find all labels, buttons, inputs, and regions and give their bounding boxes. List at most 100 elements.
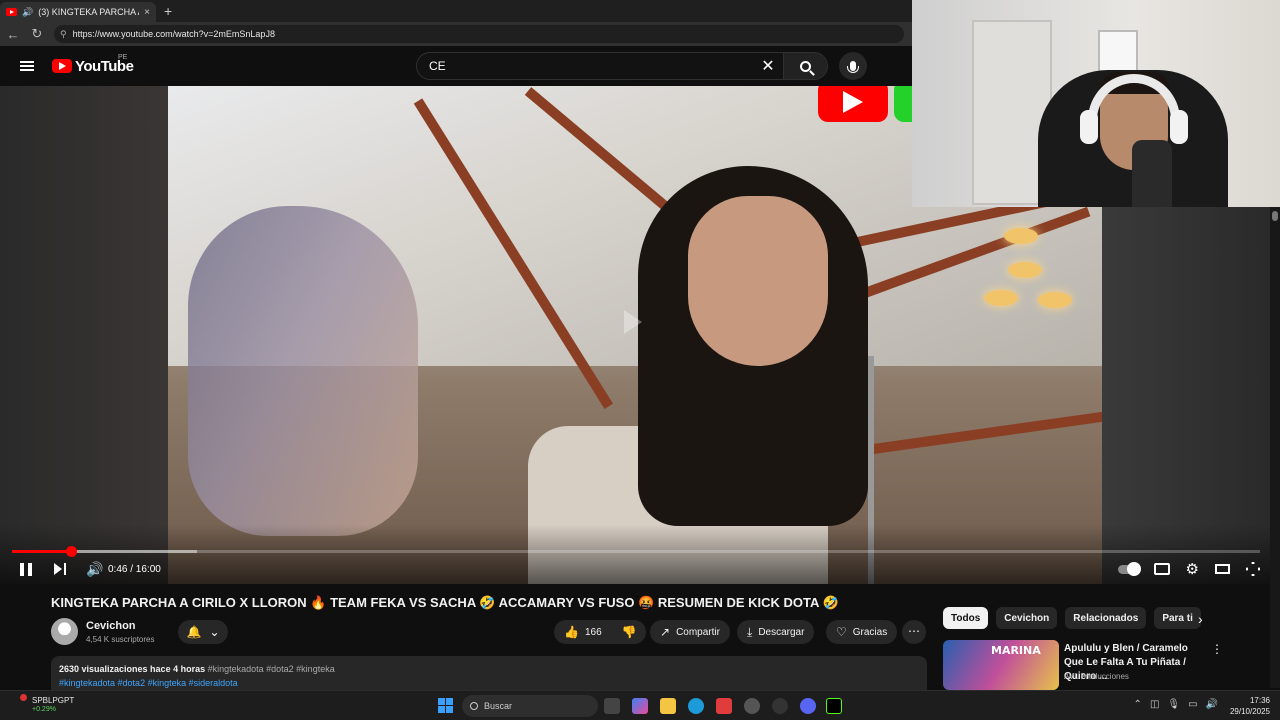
filter-chips: Todos Cevichon Relacionados Para ti	[943, 607, 1233, 629]
taskbar-search[interactable]: Buscar	[462, 695, 598, 717]
speaker-tray-icon[interactable]: 🔊	[1206, 699, 1218, 710]
display-icon[interactable]: ▭	[1188, 699, 1197, 710]
browser-tab-bar: 🔊 (3) KINGTEKA PARCHA A CIR × +	[0, 0, 912, 22]
menu-icon[interactable]	[20, 61, 34, 71]
person-face	[688, 196, 828, 366]
share-label: Compartir	[676, 626, 720, 638]
progress-bar[interactable]	[12, 546, 1260, 557]
fullscreen-icon[interactable]	[1246, 562, 1260, 576]
share-button[interactable]: ↗ Compartir	[650, 620, 730, 644]
hashtag-links[interactable]: #kingtekadota #dota2 #kingteka #siderald…	[59, 678, 919, 688]
copilot-icon[interactable]	[632, 698, 648, 714]
voice-search-button[interactable]	[839, 52, 867, 80]
subscriber-count: 4,54 K suscriptores	[86, 635, 155, 644]
subtitles-icon[interactable]	[1153, 563, 1170, 575]
youtube-favicon-icon	[6, 8, 17, 16]
theater-mode-icon[interactable]	[1215, 564, 1230, 574]
video-title: KINGTEKA PARCHA A CIRILO X LLORON 🔥 TEAM…	[51, 595, 839, 610]
obs-icon[interactable]	[744, 698, 760, 714]
kick-app-icon[interactable]	[826, 698, 842, 714]
player-right-controls: ⚙	[1117, 556, 1260, 582]
autoplay-toggle[interactable]	[1117, 561, 1141, 576]
like-icon[interactable]: 👍	[564, 625, 579, 639]
next-icon[interactable]	[54, 563, 66, 575]
search-icon	[800, 60, 811, 72]
reload-icon[interactable]: ↻	[30, 26, 44, 42]
taskbar-clock[interactable]: 17:36 29/10/2025	[1230, 695, 1270, 717]
microphone-tray-icon[interactable]: 🎙	[1167, 699, 1180, 710]
ceiling-lamp	[1038, 292, 1072, 308]
blurred-hand	[188, 206, 418, 536]
stock-widget[interactable]: SPBLPGPT +0.29%	[14, 694, 75, 713]
search-input[interactable]: CE	[417, 59, 753, 73]
notification-badge	[20, 694, 27, 701]
edge-browser-icon[interactable]	[688, 698, 704, 714]
progress-played	[12, 550, 71, 553]
pause-icon[interactable]	[20, 562, 32, 576]
site-info-icon[interactable]: ⚲	[60, 29, 67, 40]
settings-gear-icon[interactable]: ⚙	[1186, 560, 1199, 578]
channel-avatar[interactable]	[51, 618, 78, 645]
notifications-button[interactable]: 🔔 ⌄	[178, 620, 228, 644]
search-button[interactable]	[783, 53, 827, 79]
back-arrow-icon[interactable]: ←	[6, 27, 20, 42]
headphone-cup-right	[1170, 110, 1188, 144]
file-explorer-icon[interactable]	[660, 698, 676, 714]
headphone-cup-left	[1080, 110, 1098, 144]
speaker-icon[interactable]: 🔊	[22, 7, 33, 18]
youtube-logo[interactable]: YouTube PE	[52, 54, 134, 75]
tray-chevron-icon[interactable]: ⌃	[1134, 699, 1142, 710]
chevron-right-icon[interactable]: ›	[1198, 611, 1203, 627]
like-count[interactable]: 166	[585, 627, 602, 638]
url-text: https://www.youtube.com/watch?v=2mEmSnLa…	[72, 29, 275, 39]
channel-name[interactable]: Cevichon	[86, 620, 136, 632]
bell-icon: 🔔	[186, 625, 202, 639]
volume-icon[interactable]: 🔊	[86, 561, 103, 578]
tab-close-icon[interactable]: ×	[144, 7, 150, 18]
inline-tags[interactable]: #kingtekadota #dota2 #kingteka	[208, 664, 335, 674]
youtube-header: YouTube PE CE ✕	[0, 46, 912, 86]
discord-icon[interactable]	[800, 698, 816, 714]
windows-taskbar: SPBLPGPT +0.29% Buscar ⌃ ◫ 🎙 ▭ 🔊 17:36 2…	[0, 690, 1280, 720]
browser-tab[interactable]: 🔊 (3) KINGTEKA PARCHA A CIR ×	[0, 2, 156, 22]
chrome-icon[interactable]	[772, 698, 788, 714]
youtube-play-icon	[52, 59, 72, 73]
thanks-button[interactable]: ♡ Gracias	[826, 620, 898, 644]
stock-name: SPBLPGPT	[32, 696, 75, 705]
kebab-menu-icon[interactable]: ⋮	[1211, 642, 1223, 656]
like-dislike-group: 👍 166 👎	[554, 620, 646, 644]
thanks-icon: ♡	[836, 625, 847, 639]
chip-relacionados[interactable]: Relacionados	[1065, 607, 1147, 629]
more-actions-button[interactable]: ⋯	[902, 620, 926, 644]
chip-cevichon[interactable]: Cevichon	[996, 607, 1058, 629]
chip-todos[interactable]: Todos	[943, 607, 989, 629]
time-display: 0:46 / 16:00	[108, 563, 161, 575]
taskbar-search-label: Buscar	[484, 701, 513, 711]
app-icon[interactable]	[716, 698, 732, 714]
stock-change: +0.29%	[32, 706, 56, 713]
tab-title: (3) KINGTEKA PARCHA A CIR	[38, 7, 139, 17]
clear-search-icon[interactable]: ✕	[753, 56, 783, 76]
chip-para-ti[interactable]: Para ti	[1154, 607, 1201, 629]
task-view-icon[interactable]	[604, 698, 620, 714]
windows-start-icon[interactable]	[438, 698, 453, 713]
recommended-thumbnail[interactable]	[943, 640, 1059, 690]
recommended-channel[interactable]: AVL Producciones	[1064, 672, 1129, 681]
new-tab-button[interactable]: +	[164, 3, 172, 19]
dislike-icon[interactable]: 👎	[622, 625, 637, 639]
youtube-sticker-icon	[818, 86, 888, 122]
address-bar-row: ← ↻ ⚲ https://www.youtube.com/watch?v=2m…	[0, 22, 912, 46]
ceiling-lamp	[1008, 262, 1042, 278]
recommended-video[interactable]: Apululu y Blen / Caramelo Que Le Falta A…	[943, 640, 1233, 690]
clock-time: 17:36	[1249, 696, 1270, 705]
scrollbar-thumb[interactable]	[1272, 211, 1278, 221]
url-field[interactable]: ⚲ https://www.youtube.com/watch?v=2mEmSn…	[54, 25, 904, 43]
view-stats: 2630 visualizaciones hace 4 horas	[59, 664, 206, 674]
download-button[interactable]: ⤓ Descargar	[737, 620, 815, 644]
chevron-down-icon: ⌄	[209, 625, 220, 639]
search-box: CE ✕	[416, 52, 828, 80]
thanks-label: Gracias	[852, 626, 888, 638]
network-icon[interactable]: ◫	[1150, 699, 1159, 710]
page-scrollbar[interactable]	[1270, 207, 1280, 688]
webcam-overlay	[912, 0, 1280, 207]
